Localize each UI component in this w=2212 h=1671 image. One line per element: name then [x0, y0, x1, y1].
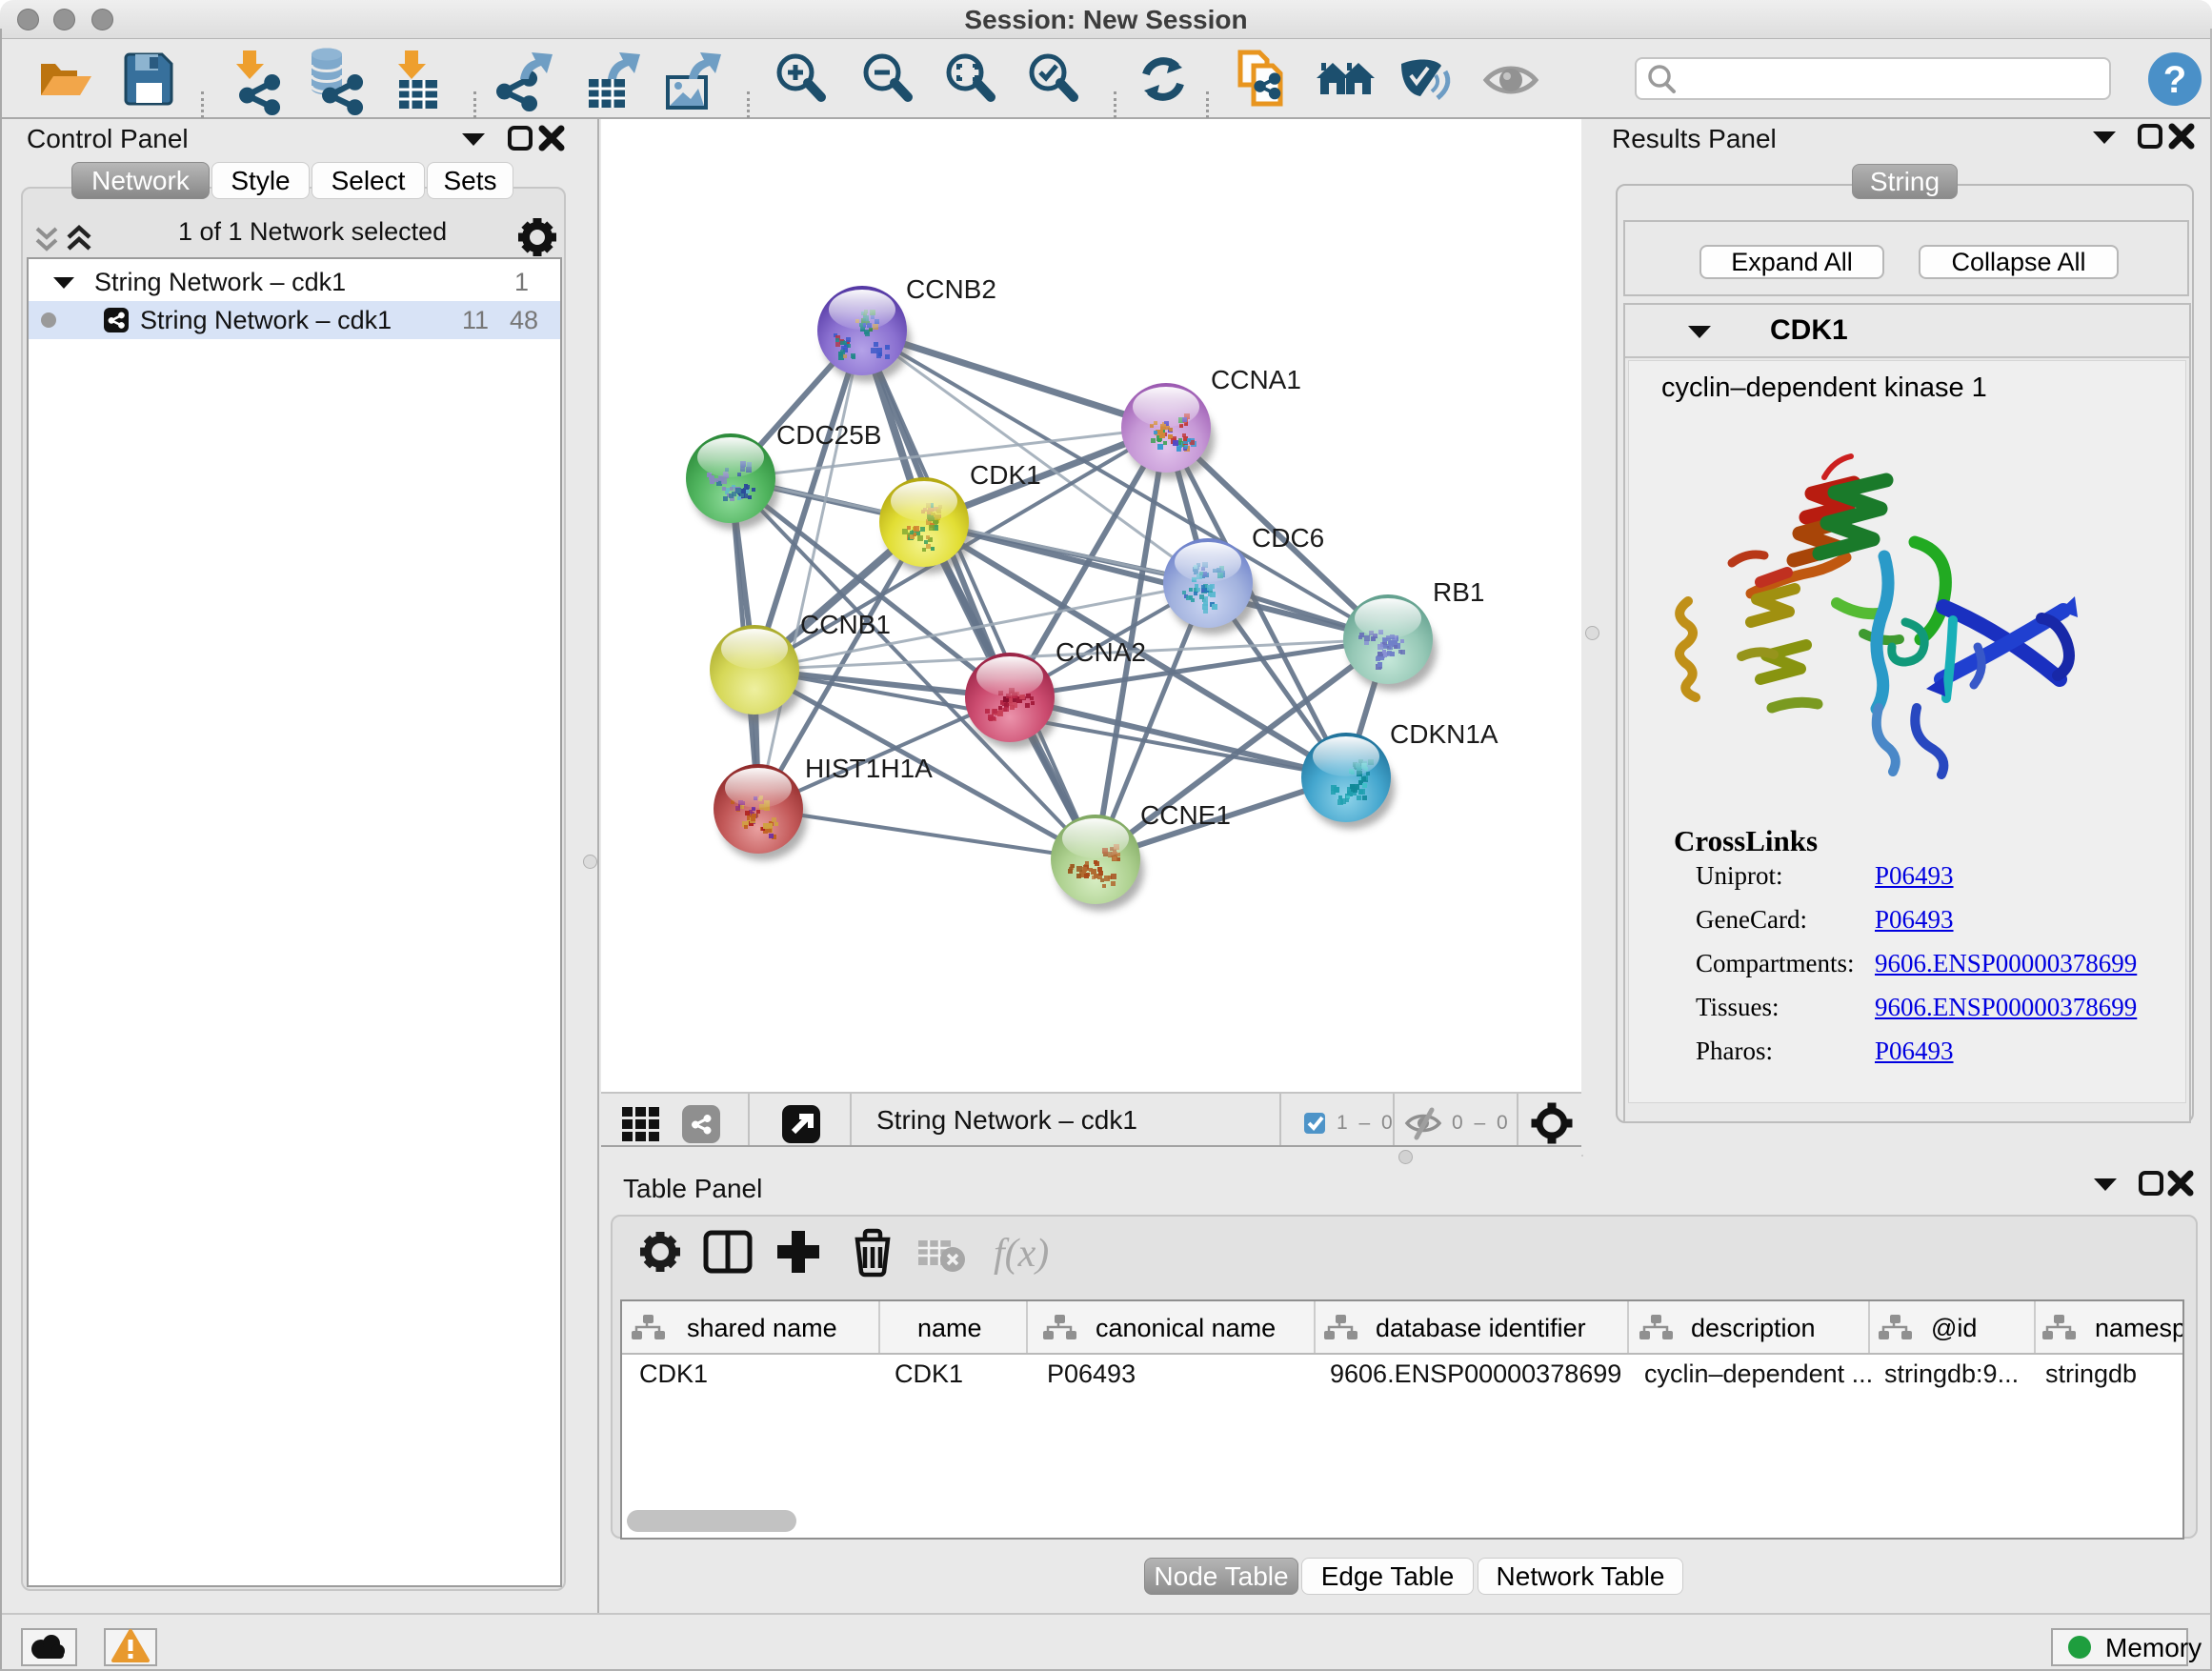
svg-text:RB1: RB1 — [1433, 577, 1484, 607]
svg-text:Memory: Memory — [2105, 1633, 2202, 1662]
svg-text:?: ? — [2163, 59, 2186, 101]
svg-text:CCNB2: CCNB2 — [906, 274, 996, 304]
svg-text:CDC25B: CDC25B — [776, 420, 881, 450]
svg-text:CDK1: CDK1 — [970, 460, 1041, 490]
svg-text:CCNB1: CCNB1 — [800, 610, 891, 639]
svg-text:CDKN1A: CDKN1A — [1390, 719, 1498, 749]
svg-text:f(x): f(x) — [994, 1232, 1049, 1276]
svg-text:CCNA2: CCNA2 — [1056, 637, 1146, 667]
svg-text:CCNA1: CCNA1 — [1211, 365, 1301, 394]
svg-text:HIST1H1A: HIST1H1A — [805, 754, 933, 783]
svg-text:CDC6: CDC6 — [1252, 523, 1324, 553]
svg-text:CCNE1: CCNE1 — [1140, 800, 1231, 830]
